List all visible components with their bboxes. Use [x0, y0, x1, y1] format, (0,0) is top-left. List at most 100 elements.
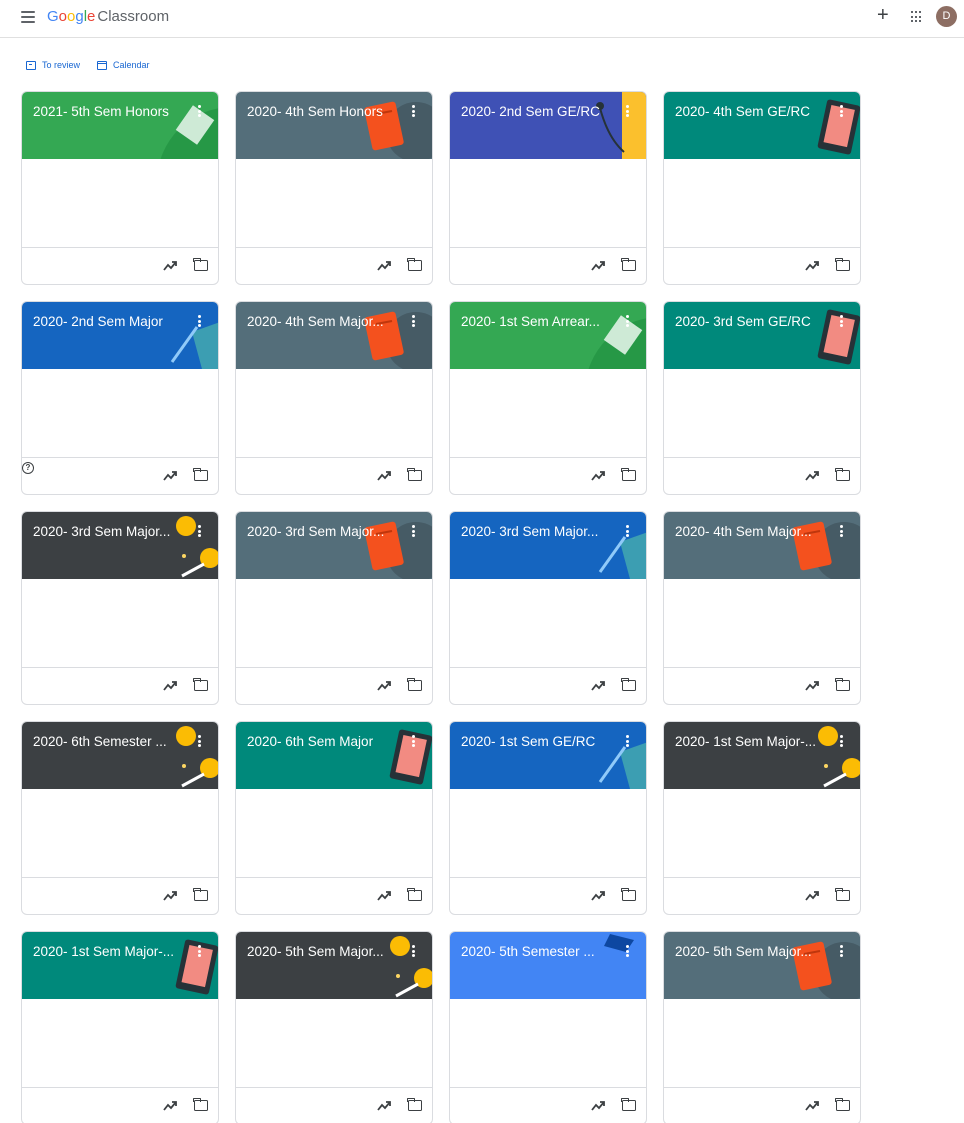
- brand-logo[interactable]: Google Classroom: [47, 8, 169, 25]
- trending-up-icon[interactable]: [377, 889, 391, 901]
- trending-up-icon[interactable]: [377, 1099, 391, 1111]
- more-vert-icon[interactable]: [840, 735, 843, 747]
- folder-icon[interactable]: [835, 467, 850, 481]
- class-card[interactable]: 2020- 5th Sem Major...: [663, 931, 861, 1123]
- trending-up-icon[interactable]: [591, 259, 605, 271]
- class-card[interactable]: 2020- 5th Semester ...: [449, 931, 647, 1123]
- folder-icon[interactable]: [407, 887, 422, 901]
- class-banner[interactable]: 2020- 6th Semester ...: [22, 722, 218, 789]
- folder-icon[interactable]: [193, 467, 208, 481]
- folder-icon[interactable]: [835, 677, 850, 691]
- class-title[interactable]: 2020- 5th Semester ...: [461, 944, 611, 959]
- class-card[interactable]: 2020- 1st Sem Arrear...: [449, 301, 647, 495]
- class-title[interactable]: 2020- 2nd Sem GE/RC: [461, 104, 611, 119]
- apps-grid-icon[interactable]: [911, 11, 923, 23]
- folder-icon[interactable]: [193, 677, 208, 691]
- more-vert-icon[interactable]: [198, 525, 201, 537]
- folder-icon[interactable]: [621, 887, 636, 901]
- more-vert-icon[interactable]: [840, 525, 843, 537]
- class-title[interactable]: 2020- 3rd Sem Major...: [33, 524, 183, 539]
- trending-up-icon[interactable]: [163, 469, 177, 481]
- class-banner[interactable]: 2020- 4th Sem Major...: [236, 302, 432, 369]
- folder-icon[interactable]: [621, 257, 636, 271]
- trending-up-icon[interactable]: [163, 1099, 177, 1111]
- trending-up-icon[interactable]: [377, 259, 391, 271]
- trending-up-icon[interactable]: [163, 679, 177, 691]
- class-card[interactable]: 2020- 3rd Sem Major...: [449, 511, 647, 705]
- class-card[interactable]: 2020- 6th Semester ...: [21, 721, 219, 915]
- class-banner[interactable]: 2020- 5th Semester ...: [450, 932, 646, 999]
- plus-icon[interactable]: +: [877, 5, 889, 25]
- class-title[interactable]: 2020- 1st Sem Major-...: [33, 944, 183, 959]
- more-vert-icon[interactable]: [412, 525, 415, 537]
- trending-up-icon[interactable]: [591, 469, 605, 481]
- class-title[interactable]: 2020- 4th Sem GE/RC: [675, 104, 825, 119]
- class-card[interactable]: 2020- 1st Sem Major-...: [21, 931, 219, 1123]
- class-title[interactable]: 2020- 4th Sem Major...: [247, 314, 397, 329]
- class-card[interactable]: 2020- 2nd Sem Major?: [21, 301, 219, 495]
- class-card[interactable]: 2020- 6th Sem Major: [235, 721, 433, 915]
- class-card[interactable]: 2020- 3rd Sem Major...: [235, 511, 433, 705]
- class-card[interactable]: 2020- 3rd Sem GE/RC: [663, 301, 861, 495]
- folder-icon[interactable]: [621, 1097, 636, 1111]
- class-card[interactable]: 2020- 4th Sem Major...: [235, 301, 433, 495]
- more-vert-icon[interactable]: [412, 945, 415, 957]
- class-title[interactable]: 2020- 1st Sem Major-...: [675, 734, 825, 749]
- class-title[interactable]: 2020- 1st Sem GE/RC: [461, 734, 611, 749]
- class-title[interactable]: 2020- 2nd Sem Major: [33, 314, 183, 329]
- class-card[interactable]: 2020- 5th Sem Major...: [235, 931, 433, 1123]
- class-banner[interactable]: 2020- 4th Sem Major...: [664, 512, 860, 579]
- trending-up-icon[interactable]: [163, 259, 177, 271]
- class-banner[interactable]: 2020- 3rd Sem Major...: [236, 512, 432, 579]
- folder-icon[interactable]: [193, 1097, 208, 1111]
- trending-up-icon[interactable]: [805, 1099, 819, 1111]
- class-card[interactable]: 2020- 1st Sem GE/RC: [449, 721, 647, 915]
- trending-up-icon[interactable]: [805, 889, 819, 901]
- class-title[interactable]: 2020- 4th Sem Honors: [247, 104, 397, 119]
- class-banner[interactable]: 2020- 3rd Sem Major...: [450, 512, 646, 579]
- more-vert-icon[interactable]: [840, 105, 843, 117]
- folder-icon[interactable]: [193, 887, 208, 901]
- trending-up-icon[interactable]: [377, 469, 391, 481]
- more-vert-icon[interactable]: [626, 735, 629, 747]
- class-title[interactable]: 2020- 1st Sem Arrear...: [461, 314, 611, 329]
- trending-up-icon[interactable]: [377, 679, 391, 691]
- more-vert-icon[interactable]: [626, 945, 629, 957]
- class-card[interactable]: 2020- 3rd Sem Major...: [21, 511, 219, 705]
- trending-up-icon[interactable]: [805, 679, 819, 691]
- folder-icon[interactable]: [621, 677, 636, 691]
- hamburger-menu-icon[interactable]: [21, 11, 35, 23]
- more-vert-icon[interactable]: [412, 315, 415, 327]
- class-card[interactable]: 2020- 4th Sem Major...: [663, 511, 861, 705]
- more-vert-icon[interactable]: [198, 735, 201, 747]
- class-title[interactable]: 2020- 6th Semester ...: [33, 734, 183, 749]
- class-banner[interactable]: 2020- 1st Sem Arrear...: [450, 302, 646, 369]
- more-vert-icon[interactable]: [626, 105, 629, 117]
- class-card[interactable]: 2020- 2nd Sem GE/RC: [449, 91, 647, 285]
- class-title[interactable]: 2020- 3rd Sem Major...: [247, 524, 397, 539]
- class-card[interactable]: 2021- 5th Sem Honors: [21, 91, 219, 285]
- class-banner[interactable]: 2020- 6th Sem Major: [236, 722, 432, 789]
- calendar-link[interactable]: Calendar: [97, 60, 150, 70]
- class-card[interactable]: 2020- 4th Sem GE/RC: [663, 91, 861, 285]
- class-title[interactable]: 2020- 3rd Sem Major...: [461, 524, 611, 539]
- class-banner[interactable]: 2020- 3rd Sem Major...: [22, 512, 218, 579]
- class-title[interactable]: 2020- 3rd Sem GE/RC: [675, 314, 825, 329]
- trending-up-icon[interactable]: [591, 1099, 605, 1111]
- folder-icon[interactable]: [835, 257, 850, 271]
- class-title[interactable]: 2020- 5th Sem Major...: [675, 944, 825, 959]
- more-vert-icon[interactable]: [198, 945, 201, 957]
- class-banner[interactable]: 2020- 5th Sem Major...: [236, 932, 432, 999]
- class-banner[interactable]: 2020- 2nd Sem GE/RC: [450, 92, 646, 159]
- more-vert-icon[interactable]: [626, 525, 629, 537]
- more-vert-icon[interactable]: [412, 735, 415, 747]
- folder-icon[interactable]: [835, 887, 850, 901]
- trending-up-icon[interactable]: [805, 469, 819, 481]
- to-review-link[interactable]: To review: [26, 60, 80, 70]
- class-title[interactable]: 2020- 6th Sem Major: [247, 734, 397, 749]
- class-banner[interactable]: 2020- 1st Sem Major-...: [664, 722, 860, 789]
- class-title[interactable]: 2020- 5th Sem Major...: [247, 944, 397, 959]
- class-banner[interactable]: 2020- 1st Sem Major-...: [22, 932, 218, 999]
- class-banner[interactable]: 2020- 5th Sem Major...: [664, 932, 860, 999]
- more-vert-icon[interactable]: [840, 315, 843, 327]
